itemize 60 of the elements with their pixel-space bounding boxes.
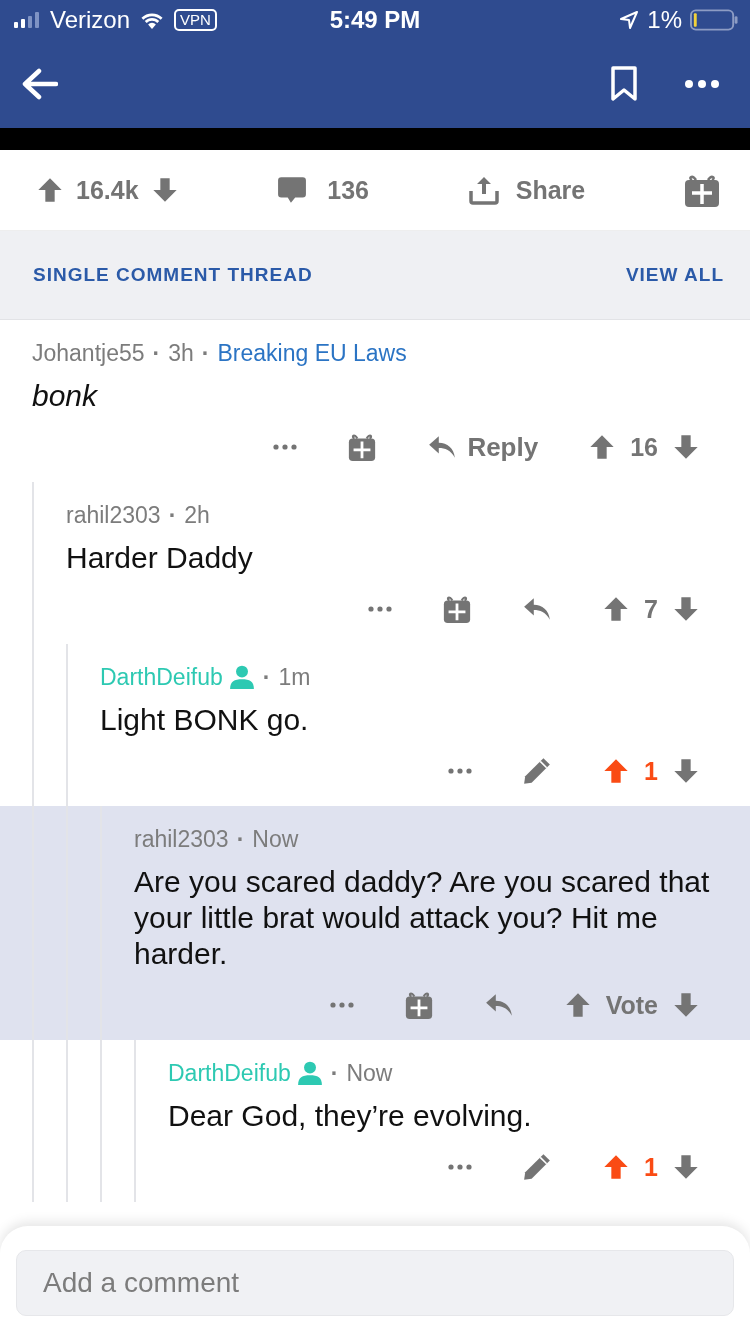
separator-dot: · xyxy=(201,339,210,367)
share-button[interactable]: Share xyxy=(467,174,586,206)
comment-text: bonk xyxy=(32,378,99,414)
comment-time: 1m xyxy=(278,663,311,691)
separator-dot: · xyxy=(236,825,245,853)
comment-score: 7 xyxy=(644,594,658,624)
carrier-name: Verizon xyxy=(50,6,131,34)
comment-field[interactable]: Add a comment xyxy=(16,1250,734,1316)
more-icon[interactable] xyxy=(684,79,720,89)
comment-author[interactable]: rahil2303 xyxy=(66,501,161,529)
comment-time: 2h xyxy=(184,501,210,529)
reply-button[interactable]: Reply xyxy=(427,431,539,463)
gift-icon[interactable] xyxy=(347,432,378,462)
more-icon[interactable] xyxy=(448,768,473,774)
downvote-icon[interactable] xyxy=(672,433,700,461)
separator-dot: · xyxy=(330,1059,339,1087)
upvote-icon[interactable] xyxy=(36,176,64,204)
more-icon[interactable] xyxy=(329,1002,354,1008)
more-icon[interactable] xyxy=(273,444,298,450)
status-time: 5:49 PM xyxy=(329,6,421,34)
comment-text: Dear God, they’re evolving. xyxy=(168,1098,533,1134)
comment-time: Now xyxy=(346,1059,393,1087)
comment-text: Are you scared daddy? Are you scared that your little brat would attack you? Hit me harder. xyxy=(134,864,711,972)
back-icon[interactable] xyxy=(22,68,58,100)
separator-dot: · xyxy=(168,501,177,529)
separator-dot: · xyxy=(152,339,161,367)
signal-icon xyxy=(12,12,42,28)
comment-author[interactable]: Johantje55 xyxy=(32,339,145,367)
more-icon[interactable] xyxy=(368,606,393,612)
downvote-icon[interactable] xyxy=(672,757,700,785)
comment-score: 16 xyxy=(630,432,658,462)
comment-author[interactable]: rahil2303 xyxy=(134,825,229,853)
pencil-icon[interactable] xyxy=(522,756,553,786)
more-icon[interactable] xyxy=(448,1164,473,1170)
comment-score: 1 xyxy=(644,1152,658,1182)
comment-count: 136 xyxy=(327,175,369,205)
downvote-icon[interactable] xyxy=(672,991,700,1019)
comment-icon xyxy=(277,175,308,205)
separator-dot: · xyxy=(262,663,271,691)
post-score: 16.4k xyxy=(76,175,139,205)
comment-score: Vote xyxy=(605,990,658,1020)
downvote-icon[interactable] xyxy=(672,595,700,623)
bookmark-icon[interactable] xyxy=(610,66,638,102)
downvote-icon[interactable] xyxy=(672,1153,700,1181)
comment-time: 3h xyxy=(168,339,194,367)
location-icon xyxy=(619,10,640,30)
vpn-badge: VPN xyxy=(174,9,217,31)
gift-icon[interactable] xyxy=(403,990,434,1020)
comment-text: Harder Daddy xyxy=(66,540,254,576)
thread-title: SINGLE COMMENT THREAD xyxy=(33,264,313,286)
user-flair: Breaking EU Laws xyxy=(217,339,407,367)
view-all-link[interactable]: VIEW ALL xyxy=(625,264,724,286)
pencil-icon[interactable] xyxy=(522,1152,553,1182)
comment-score: 1 xyxy=(644,756,658,786)
battery-percent: 1% xyxy=(647,6,682,34)
gift-icon[interactable] xyxy=(442,594,473,624)
share-icon xyxy=(467,174,500,206)
comment-time: Now xyxy=(252,825,299,853)
comment-text: Light BONK go. xyxy=(100,702,310,738)
battery-icon xyxy=(690,8,738,32)
